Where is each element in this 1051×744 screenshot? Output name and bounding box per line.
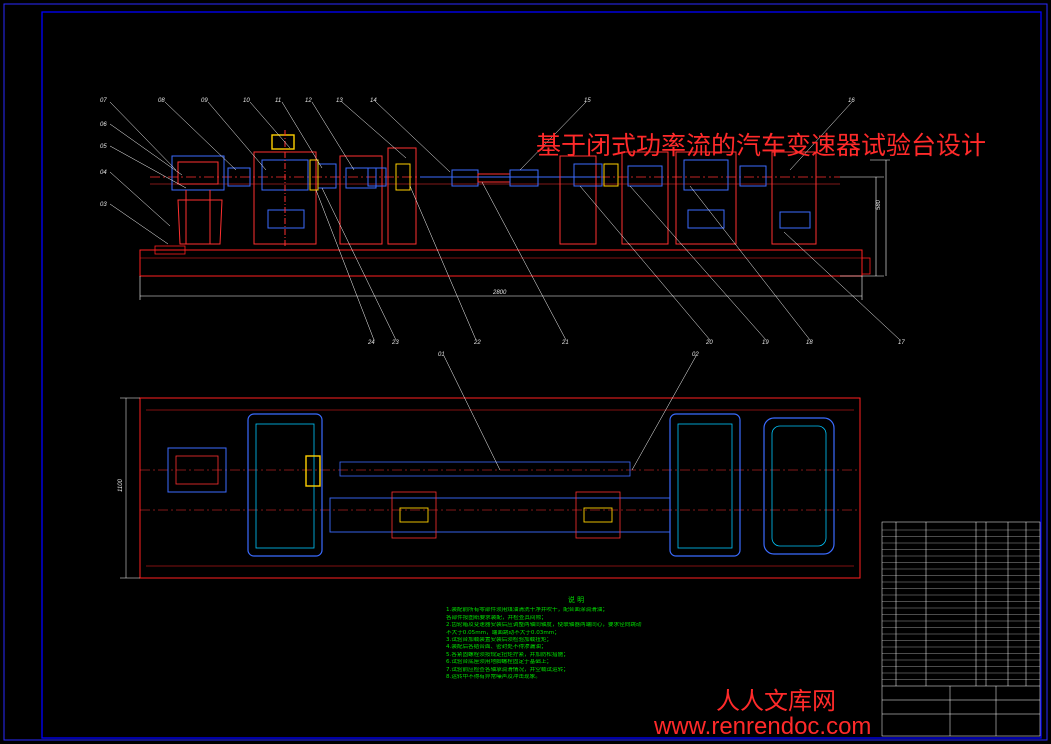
note-line: 7.试验前应检查各轴承润滑情况，并空载试运转；	[446, 666, 569, 673]
technical-notes: 说 明 1.装配前所有零部件须用煤油清洗干净并吹干，配合面涂润滑油； 各部件按图…	[446, 596, 686, 681]
base-plate	[139, 249, 863, 277]
note-line: 6.试验台底座须用地脚螺栓固定于基础上；	[446, 659, 553, 666]
plan-view: 1100	[118, 355, 861, 579]
part-label: 04	[100, 170, 107, 176]
note-line: 8.运转中不得有异常噪声及冲击现象。	[446, 674, 541, 681]
dim-height-label: 580	[876, 199, 882, 210]
part-label: 05	[100, 144, 107, 150]
leader-lines	[109, 101, 901, 341]
part-label: 23	[391, 340, 399, 346]
part-label: 16	[848, 98, 855, 104]
part-label: 14	[370, 98, 377, 104]
motor-left	[171, 155, 225, 245]
torsion-shaft	[420, 169, 600, 187]
part-label: 10	[243, 98, 250, 104]
part-label: 07	[100, 98, 107, 104]
part-label: 13	[336, 98, 343, 104]
title-block	[882, 685, 1040, 736]
notes-title: 说 明	[567, 596, 585, 604]
part-label: 03	[100, 202, 107, 208]
note-line: 5.各紧固螺栓须按规定扭矩拧紧，并加防松措施；	[446, 651, 569, 658]
part-label: 15	[584, 98, 591, 104]
part-label: 24	[367, 340, 375, 346]
gearbox-left	[253, 130, 317, 248]
part-label: 01	[438, 352, 445, 358]
watermark-cn: 人人文库网	[716, 687, 836, 715]
part-label: 21	[561, 340, 569, 346]
part-label: 18	[806, 340, 813, 346]
watermark-url[interactable]: www.renrendoc.com	[654, 713, 871, 741]
part-label: 08	[158, 98, 165, 104]
part-label: 19	[762, 340, 769, 346]
note-line: 不大于0.05mm，端面跳动不大于0.03mm；	[446, 629, 560, 636]
part-label: 12	[305, 98, 312, 104]
part-label: 02	[692, 352, 699, 358]
dim-length-label: 2800	[492, 290, 507, 296]
plan-dim-label: 1100	[118, 478, 124, 492]
note-line: 1.装配前所有零部件须用煤油清洗干净并吹干，配合面涂润滑油；	[446, 607, 608, 614]
elevation-view: 2800 580	[109, 101, 901, 341]
parts-list-table	[881, 521, 1041, 737]
part-label: 09	[201, 98, 208, 104]
parts-list-rows	[882, 529, 1040, 680]
part-label: 06	[100, 122, 107, 128]
part-label: 11	[275, 98, 281, 104]
note-line: 4.装配后各结合面、密封处不得渗漏油；	[446, 644, 547, 651]
shaft-line-left	[227, 147, 417, 245]
note-line: 2.齿轮箱及变速器安装后应调整两轴同轴度，使联轴器两端同心，要求径向跳动	[446, 622, 642, 629]
part-label: 22	[473, 340, 481, 346]
transmission-right	[559, 151, 817, 245]
part-label: 20	[705, 340, 713, 346]
part-label: 17	[898, 340, 905, 346]
note-line: 各部件按图纸要求装配，并检查其间隙；	[446, 614, 547, 621]
note-line: 3.试验台加载装置安装后须检验加载扭矩；	[446, 637, 553, 644]
dimension-lines	[139, 159, 890, 300]
